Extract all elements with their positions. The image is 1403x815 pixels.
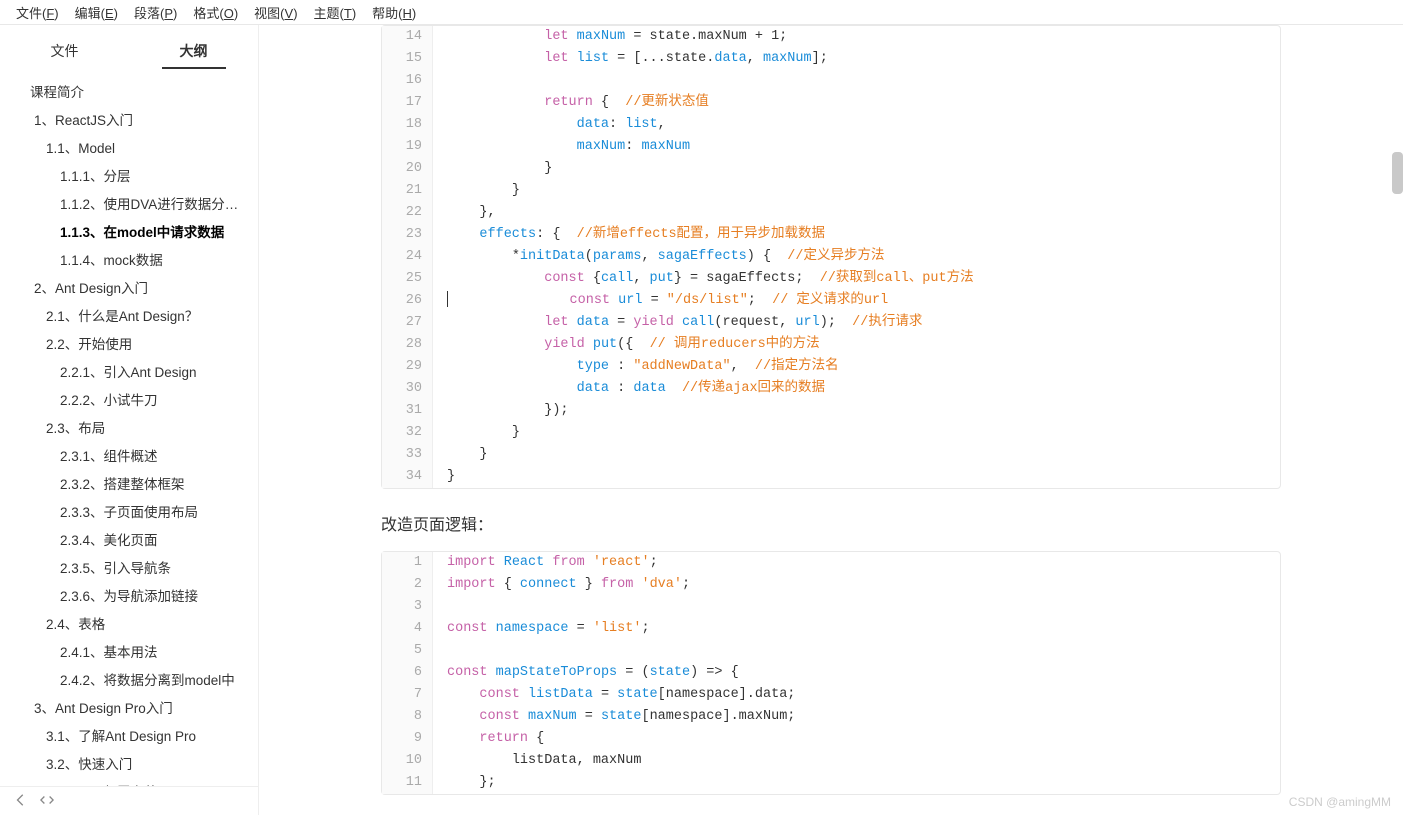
outline-item[interactable]: 2.3.1、组件概述 bbox=[4, 441, 254, 469]
menu-p[interactable]: 段落(P) bbox=[126, 1, 185, 24]
menu-t[interactable]: 主题(T) bbox=[306, 1, 365, 24]
outline-item[interactable]: 3、Ant Design Pro入门 bbox=[4, 693, 254, 721]
code-block-2[interactable]: 1import React from 'react';2import { con… bbox=[381, 551, 1281, 795]
outline-item[interactable]: 2.4.1、基本用法 bbox=[4, 637, 254, 665]
outline-item[interactable]: 1.1.4、mock数据 bbox=[4, 245, 254, 273]
code-line: 32 } bbox=[382, 422, 1280, 444]
code-line: 29 type : "addNewData", //指定方法名 bbox=[382, 356, 1280, 378]
outline-item[interactable]: 2.3、布局 bbox=[4, 413, 254, 441]
outline-item[interactable]: 3.2.1、部署安装 bbox=[4, 777, 254, 786]
outline-item[interactable]: 1.1.2、使用DVA进行数据分层管理 bbox=[4, 189, 254, 217]
code-line: 20 } bbox=[382, 158, 1280, 180]
code-line: 21 } bbox=[382, 180, 1280, 202]
code-line: 23 effects: { //新增effects配置，用于异步加载数据 bbox=[382, 224, 1280, 246]
code-line: 1import React from 'react'; bbox=[382, 552, 1280, 574]
code-line: 7 const listData = state[namespace].data… bbox=[382, 684, 1280, 706]
outline-item[interactable]: 3.2、快速入门 bbox=[4, 749, 254, 777]
tab-file[interactable]: 文件 bbox=[33, 35, 97, 69]
outline-item[interactable]: 2.3.4、美化页面 bbox=[4, 525, 254, 553]
outline-item[interactable]: 3.1、了解Ant Design Pro bbox=[4, 721, 254, 749]
code-icon[interactable] bbox=[40, 793, 54, 810]
outline-item[interactable]: 2.1、什么是Ant Design？ bbox=[4, 301, 254, 329]
outline-item[interactable]: 2.3.5、引入导航条 bbox=[4, 553, 254, 581]
code-line: 3 bbox=[382, 596, 1280, 618]
code-line: 19 maxNum: maxNum bbox=[382, 136, 1280, 158]
code-line: 31 }); bbox=[382, 400, 1280, 422]
code-line: 34} bbox=[382, 466, 1280, 488]
outline-item[interactable]: 2.4、表格 bbox=[4, 609, 254, 637]
outline-item[interactable]: 2.3.3、子页面使用布局 bbox=[4, 497, 254, 525]
sidebar: 文件 大纲 课程简介1、ReactJS入门1.1、Model1.1.1、分层1.… bbox=[0, 25, 259, 815]
watermark: CSDN @amingMM bbox=[1289, 795, 1391, 809]
outline-item[interactable]: 课程简介 bbox=[4, 77, 254, 105]
code-line: 14 let maxNum = state.maxNum + 1; bbox=[382, 26, 1280, 48]
back-icon[interactable] bbox=[14, 793, 28, 810]
code-line: 30 data : data //传递ajax回来的数据 bbox=[382, 378, 1280, 400]
outline-item[interactable]: 2.3.6、为导航添加链接 bbox=[4, 581, 254, 609]
code-line: 26 const url = "/ds/list"; // 定义请求的url bbox=[382, 290, 1280, 312]
code-line: 24 *initData(params, sagaEffects) { //定义… bbox=[382, 246, 1280, 268]
outline-item[interactable]: 2.4.2、将数据分离到model中 bbox=[4, 665, 254, 693]
section-text: 改造页面逻辑： bbox=[381, 511, 1281, 535]
menu-e[interactable]: 编辑(E) bbox=[67, 1, 126, 24]
sidebar-bottom-tools bbox=[0, 786, 258, 815]
code-line: 8 const maxNum = state[namespace].maxNum… bbox=[382, 706, 1280, 728]
code-line: 33 } bbox=[382, 444, 1280, 466]
menu-v[interactable]: 视图(V) bbox=[246, 1, 305, 24]
code-line: 22 }, bbox=[382, 202, 1280, 224]
sidebar-tabs: 文件 大纲 bbox=[0, 25, 258, 69]
outline-item[interactable]: 2.3.2、搭建整体框架 bbox=[4, 469, 254, 497]
code-line: 16 bbox=[382, 70, 1280, 92]
outline-list: 课程简介1、ReactJS入门1.1、Model1.1.1、分层1.1.2、使用… bbox=[0, 69, 258, 786]
tab-outline[interactable]: 大纲 bbox=[162, 35, 226, 69]
code-line: 15 let list = [...state.data, maxNum]; bbox=[382, 48, 1280, 70]
code-line: 9 return { bbox=[382, 728, 1280, 750]
code-block-1[interactable]: 14 let maxNum = state.maxNum + 1;15 let … bbox=[381, 25, 1281, 489]
code-line: 28 yield put({ // 调用reducers中的方法 bbox=[382, 334, 1280, 356]
outline-item[interactable]: 2.2.1、引入Ant Design bbox=[4, 357, 254, 385]
outline-item[interactable]: 2.2、开始使用 bbox=[4, 329, 254, 357]
editor-content[interactable]: 14 let maxNum = state.maxNum + 1;15 let … bbox=[259, 25, 1403, 815]
code-line: 5 bbox=[382, 640, 1280, 662]
code-line: 18 data: list, bbox=[382, 114, 1280, 136]
code-line: 4const namespace = 'list'; bbox=[382, 618, 1280, 640]
code-line: 25 const {call, put} = sagaEffects; //获取… bbox=[382, 268, 1280, 290]
code-line: 10 listData, maxNum bbox=[382, 750, 1280, 772]
outline-item[interactable]: 1.1.3、在model中请求数据 bbox=[4, 217, 254, 245]
menu-f[interactable]: 文件(F) bbox=[8, 1, 67, 24]
code-line: 2import { connect } from 'dva'; bbox=[382, 574, 1280, 596]
code-line: 17 return { //更新状态值 bbox=[382, 92, 1280, 114]
code-line: 27 let data = yield call(request, url); … bbox=[382, 312, 1280, 334]
outline-item[interactable]: 2.2.2、小试牛刀 bbox=[4, 385, 254, 413]
outline-item[interactable]: 1、ReactJS入门 bbox=[4, 105, 254, 133]
outline-item[interactable]: 1.1、Model bbox=[4, 133, 254, 161]
menu-h[interactable]: 帮助(H) bbox=[364, 1, 424, 24]
menu-o[interactable]: 格式(O) bbox=[185, 1, 246, 24]
outline-item[interactable]: 1.1.1、分层 bbox=[4, 161, 254, 189]
code-line: 6const mapStateToProps = (state) => { bbox=[382, 662, 1280, 684]
scrollbar-thumb[interactable] bbox=[1392, 152, 1403, 194]
code-line: 11 }; bbox=[382, 772, 1280, 794]
outline-item[interactable]: 2、Ant Design入门 bbox=[4, 273, 254, 301]
menubar: 文件(F)编辑(E)段落(P)格式(O)视图(V)主题(T)帮助(H) bbox=[0, 0, 1403, 25]
